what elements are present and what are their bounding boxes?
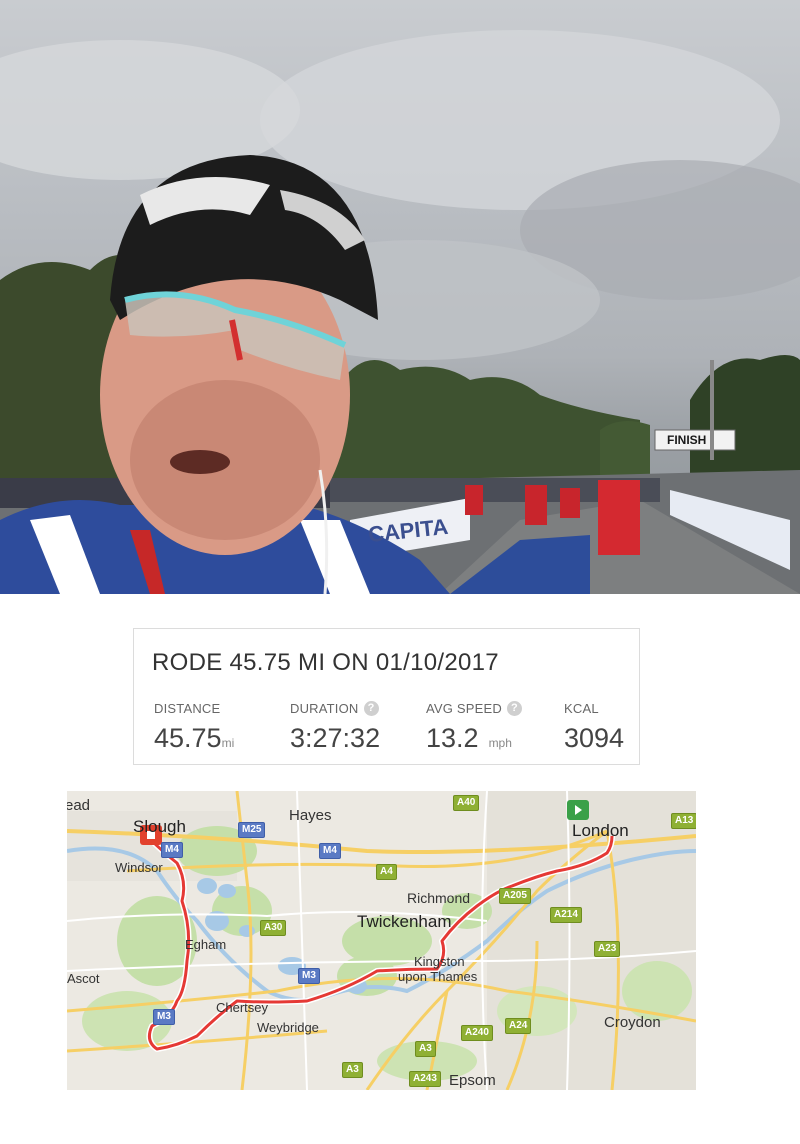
- stat-distance: DISTANCE 45.75mi: [154, 701, 234, 754]
- play-icon: [575, 805, 582, 815]
- road-shield: M3: [153, 1009, 175, 1025]
- route-map[interactable]: ead Slough Hayes London Windsor Richmond…: [67, 791, 696, 1090]
- place-label: Croydon: [604, 1014, 661, 1031]
- place-label: Richmond: [407, 890, 471, 906]
- stat-label: AVG SPEED: [426, 701, 502, 716]
- road-shield: A205: [499, 888, 531, 904]
- stat-value: 45.75: [154, 723, 222, 753]
- place-label: ead: [67, 797, 91, 814]
- place-label: Weybridge: [257, 1020, 319, 1035]
- stat-value: 13.2: [426, 723, 479, 753]
- stat-value: 3094: [564, 723, 625, 753]
- stat-duration: DURATION? 3:27:32: [290, 701, 380, 754]
- activity-summary-card: RODE 45.75 MI ON 01/10/2017 DISTANCE 45.…: [133, 628, 640, 765]
- road-shield: A214: [550, 907, 582, 923]
- road-shield: A243: [409, 1071, 441, 1087]
- road-shield: A240: [461, 1025, 493, 1041]
- stat-value: 3:27:32: [290, 723, 381, 753]
- place-label: Chertsey: [216, 1000, 269, 1015]
- place-label: upon Thames: [398, 969, 478, 984]
- stat-label: DURATION: [290, 701, 359, 716]
- stat-unit: mi: [221, 736, 235, 750]
- place-label: Hayes: [289, 807, 332, 824]
- place-label: Egham: [185, 937, 227, 952]
- help-icon[interactable]: ?: [363, 701, 379, 716]
- road-shield: M25: [238, 822, 266, 838]
- help-icon[interactable]: ?: [506, 701, 522, 716]
- finish-sign: FINISH: [667, 433, 707, 447]
- stat-label: KCAL: [564, 701, 599, 716]
- road-shield: M3: [298, 968, 320, 984]
- road-shield: A4: [376, 864, 397, 880]
- selfie-scene: [0, 30, 800, 594]
- place-label: Epsom: [449, 1072, 496, 1089]
- road-shield: A3: [415, 1041, 436, 1057]
- stat-avg-speed: AVG SPEED? 13.2 mph: [426, 701, 522, 754]
- place-label: London: [572, 821, 629, 840]
- place-label: Ascot: [67, 971, 100, 986]
- road-shield: A24: [505, 1018, 532, 1034]
- road-shield: A23: [594, 941, 621, 957]
- ride-photo: FINISH CAPITA: [0, 0, 800, 594]
- place-label: Slough: [133, 817, 186, 836]
- stat-kcal: KCAL 3094: [564, 701, 624, 754]
- road-shield: A30: [260, 920, 287, 936]
- activity-title: RODE 45.75 MI ON 01/10/2017: [152, 649, 499, 676]
- place-label: Kingston: [414, 954, 465, 969]
- place-label: Twickenham: [357, 912, 452, 931]
- road-shield: A40: [453, 795, 480, 811]
- road-shield: M4: [161, 842, 183, 858]
- place-label: Windsor: [115, 860, 163, 875]
- road-shield: A13: [671, 813, 696, 829]
- road-shield: A3: [342, 1062, 363, 1078]
- road-shield: M4: [319, 843, 341, 859]
- stat-unit: mph: [488, 736, 512, 750]
- start-marker[interactable]: [567, 800, 589, 820]
- stat-label: DISTANCE: [154, 701, 221, 716]
